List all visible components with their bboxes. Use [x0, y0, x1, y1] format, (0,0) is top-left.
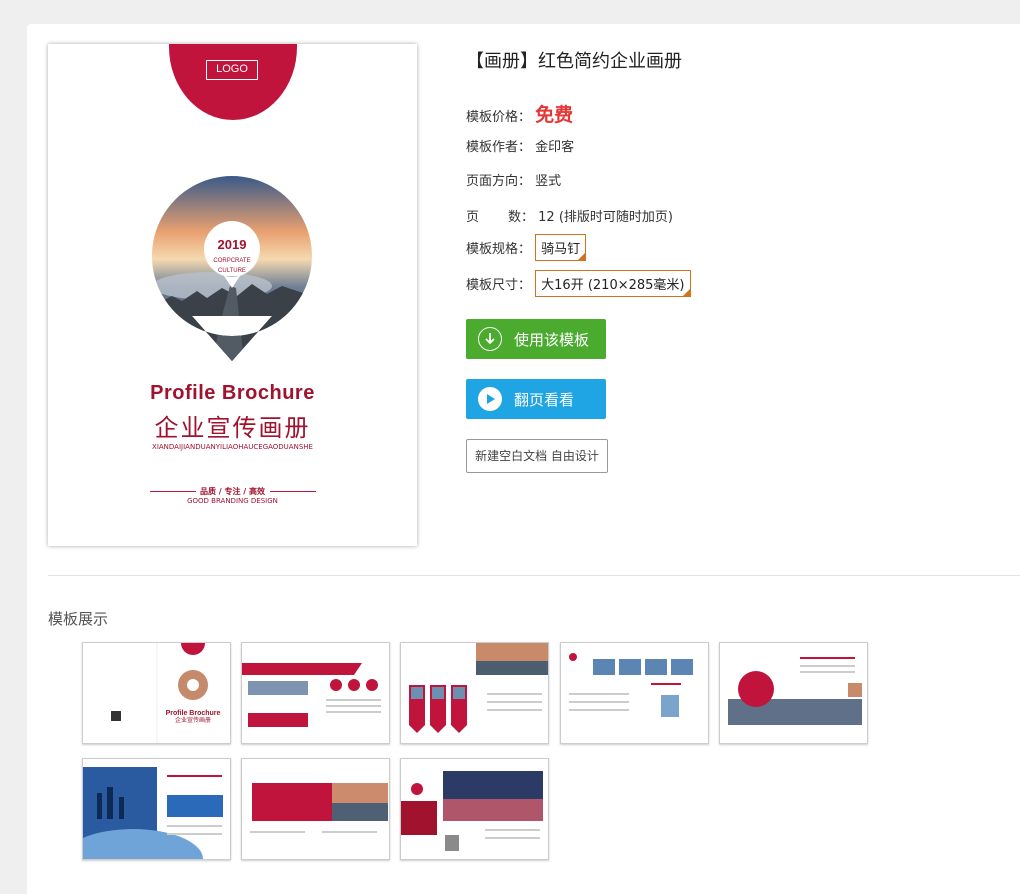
gallery-thumb-2[interactable] [241, 642, 390, 744]
gallery-title: 模板展示 [48, 610, 109, 628]
pages-label-1: 页 [466, 210, 480, 225]
cover-title-cn: 企业宣传画册 [154, 414, 311, 442]
pages-row: 页 数： 12 (排版时可随时加页) [466, 206, 673, 225]
size-row: 模板尺寸： 大16开 (210×285毫米) [466, 270, 691, 297]
author-label: 模板作者： [466, 140, 532, 155]
spec-row: 模板规格： 骑马钉 [466, 234, 587, 261]
orientation-value: 竖式 [535, 174, 562, 189]
size-option[interactable]: 大16开 (210×285毫米) [535, 270, 691, 297]
cover-title-en: Profile Brochure [150, 382, 315, 404]
use-template-label: 使用该模板 [514, 330, 590, 349]
cover-preview[interactable]: LOGO 2019 CORPCRATE CULTURE Profile Broc… [48, 44, 417, 546]
pages-label-2: 数： [508, 210, 535, 225]
gallery-thumb-7[interactable] [241, 758, 390, 860]
play-icon [478, 387, 502, 411]
author-row: 模板作者： 金印客 [466, 136, 574, 155]
size-label: 模板尺寸： [466, 278, 532, 293]
pages-value: 12 (排版时可随时加页) [538, 210, 673, 225]
thumb1-title-cn: 企业宣传画册 [175, 716, 211, 724]
product-title: 【画册】红色简约企业画册 [466, 51, 682, 72]
cover-photo-pin: 2019 CORPCRATE CULTURE [152, 176, 312, 361]
cover-tagline-cn: 品质 / 专注 / 高效 [200, 487, 265, 496]
gallery-thumb-8[interactable] [400, 758, 549, 860]
spec-option[interactable]: 骑马钉 [535, 234, 587, 261]
flip-preview-label: 翻页看看 [514, 390, 575, 409]
cover-year: 2019 [218, 237, 247, 252]
cover-sub2: CULTURE [218, 268, 246, 274]
cover-logo: LOGO [206, 60, 258, 80]
price-value: 免费 [535, 104, 574, 126]
orientation-label: 页面方向： [466, 174, 532, 189]
gallery-thumb-6[interactable] [82, 758, 231, 860]
use-template-button[interactable]: 使用该模板 [466, 319, 606, 359]
section-divider [48, 575, 1020, 576]
flip-preview-button[interactable]: 翻页看看 [466, 379, 606, 419]
gallery-thumb-1[interactable]: Profile Brochure 企业宣传画册 [82, 642, 231, 744]
new-blank-doc-button[interactable]: 新建空白文档 自由设计 [466, 439, 608, 473]
gallery-thumb-5[interactable] [719, 642, 868, 744]
gallery-thumb-3[interactable] [400, 642, 549, 744]
cover-tagline-en: GOOD BRANDING DESIGN [187, 497, 278, 505]
cover-top-circle [169, 44, 297, 120]
cover-pinyin: XIANDAIJIANDUANYILIAOHAUCEGAODUANSHE [152, 443, 313, 451]
spec-label: 模板规格： [466, 242, 532, 257]
price-row: 模板价格： 免费 [466, 100, 573, 127]
cover-sub1: CORPCRATE [213, 258, 250, 264]
orientation-row: 页面方向： 竖式 [466, 170, 561, 189]
author-value: 金印客 [535, 140, 575, 155]
gallery-thumb-4[interactable] [560, 642, 709, 744]
price-label: 模板价格： [466, 110, 532, 125]
thumb1-title-en: Profile Brochure [166, 710, 221, 717]
download-icon [478, 327, 502, 351]
